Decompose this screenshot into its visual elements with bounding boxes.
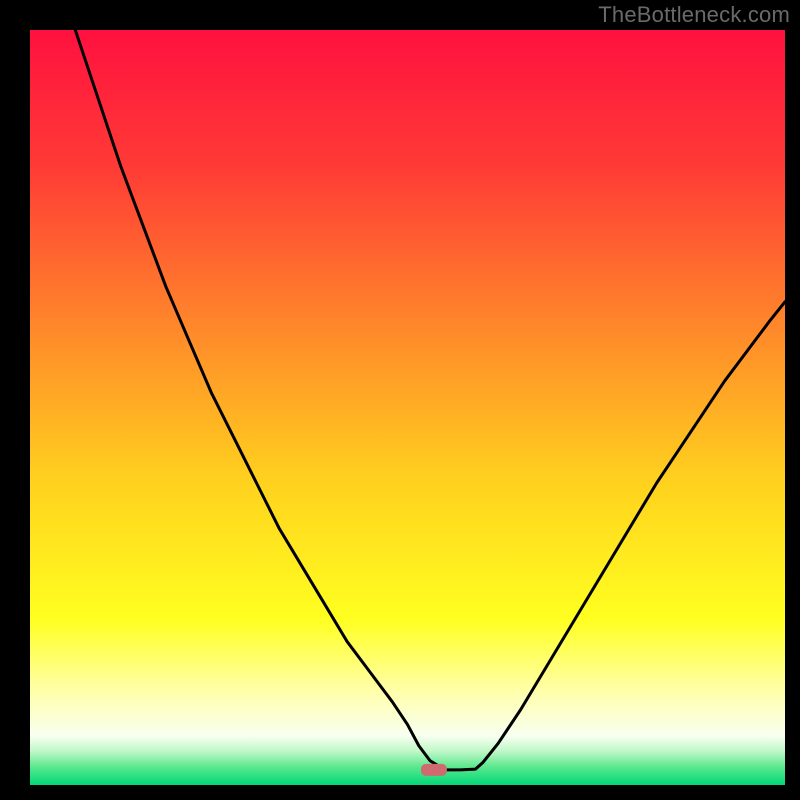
plot-area bbox=[30, 30, 785, 785]
chart-frame: TheBottleneck.com bbox=[0, 0, 800, 800]
watermark-text: TheBottleneck.com bbox=[598, 2, 790, 28]
bottleneck-chart bbox=[30, 30, 785, 785]
optimal-marker bbox=[421, 764, 447, 776]
gradient-background bbox=[30, 30, 785, 785]
